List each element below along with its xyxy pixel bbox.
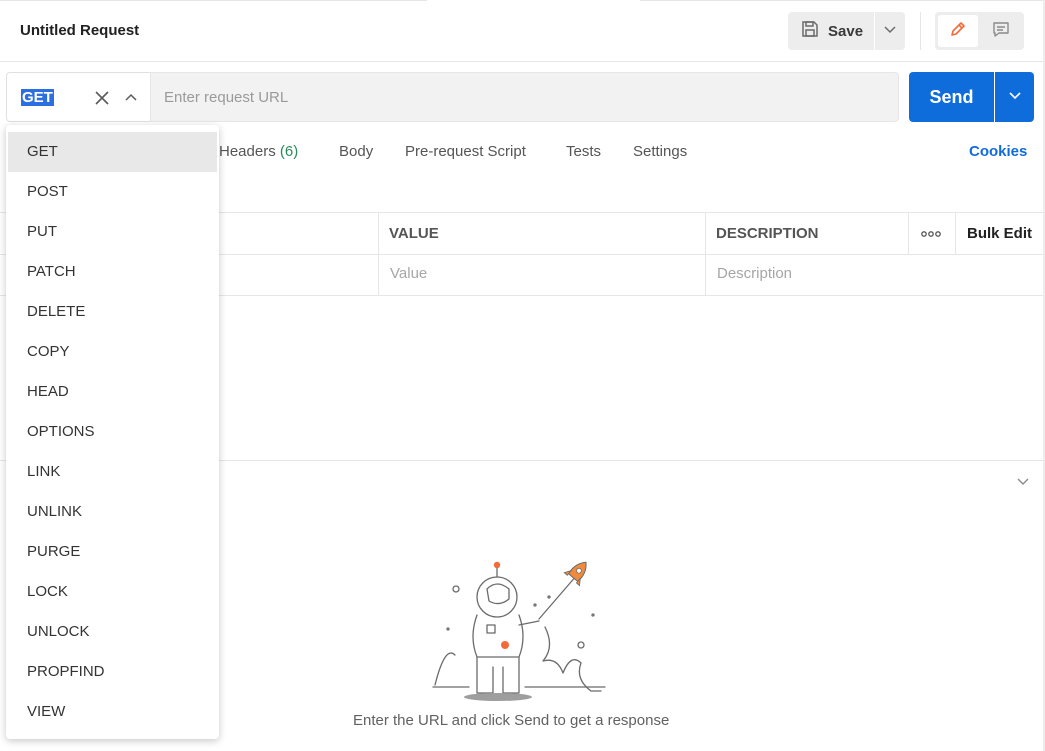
- chevron-down-icon: [1008, 88, 1022, 107]
- tab-headers-count: (6): [279, 143, 299, 160]
- column-divider: [705, 212, 706, 296]
- send-button[interactable]: Send: [909, 72, 994, 122]
- column-divider: [378, 212, 379, 296]
- pencil-icon: [948, 19, 968, 44]
- save-label: Save: [828, 22, 864, 40]
- save-button[interactable]: Save: [788, 12, 874, 50]
- method-option-view[interactable]: VIEW: [6, 692, 219, 732]
- method-option-propfind[interactable]: PROPFIND: [6, 652, 219, 692]
- cookies-link[interactable]: Cookies: [969, 143, 1027, 160]
- response-message-text: Enter the URL and click Send to get a re…: [353, 712, 670, 729]
- save-options-button[interactable]: [875, 12, 905, 50]
- save-icon: [800, 19, 820, 43]
- more-icon[interactable]: [918, 227, 944, 241]
- method-dropdown-menu: GET POST PUT PATCH DELETE COPY HEAD OPTI…: [6, 125, 219, 739]
- comment-mode-button[interactable]: [981, 15, 1021, 47]
- method-option-lock[interactable]: LOCK: [6, 572, 219, 612]
- request-header: Untitled Request Save: [0, 0, 1043, 62]
- method-option-unlock[interactable]: UNLOCK: [6, 612, 219, 652]
- tab-body[interactable]: Body: [339, 143, 373, 160]
- chevron-up-icon[interactable]: [122, 89, 140, 107]
- method-option-patch[interactable]: PATCH: [6, 252, 219, 292]
- tab-settings[interactable]: Settings: [633, 143, 687, 160]
- tab-headers[interactable]: Headers (6): [219, 143, 298, 160]
- method-option-purge[interactable]: PURGE: [6, 532, 219, 572]
- column-divider: [955, 212, 956, 254]
- method-option-get[interactable]: GET: [8, 132, 217, 172]
- method-option-options[interactable]: OPTIONS: [6, 412, 219, 452]
- method-option-delete[interactable]: DELETE: [6, 292, 219, 332]
- edit-mode-button[interactable]: [938, 15, 978, 47]
- comment-icon: [991, 19, 1011, 44]
- value-cell-input[interactable]: Value: [390, 265, 427, 282]
- close-icon[interactable]: [93, 89, 111, 107]
- tab-pre-request-script[interactable]: Pre-request Script: [405, 143, 526, 160]
- description-cell-input[interactable]: Description: [717, 265, 792, 282]
- column-header-description: DESCRIPTION: [716, 225, 819, 242]
- column-header-value: VALUE: [389, 225, 439, 242]
- astronaut-illustration: [425, 555, 615, 705]
- tab-headers-label: Headers: [219, 143, 276, 160]
- view-mode-toggle: [935, 12, 1024, 50]
- bulk-edit-button[interactable]: Bulk Edit: [967, 225, 1032, 242]
- method-selector[interactable]: GET: [6, 72, 151, 122]
- method-option-link[interactable]: LINK: [6, 452, 219, 492]
- method-option-post[interactable]: POST: [6, 172, 219, 212]
- send-options-button[interactable]: [995, 72, 1034, 122]
- chevron-down-icon[interactable]: [1015, 473, 1031, 489]
- tab-tests[interactable]: Tests: [566, 143, 601, 160]
- column-divider: [908, 212, 909, 254]
- method-value[interactable]: GET: [21, 89, 54, 106]
- method-option-head[interactable]: HEAD: [6, 372, 219, 412]
- header-divider: [920, 12, 921, 50]
- method-option-put[interactable]: PUT: [6, 212, 219, 252]
- method-option-unlink[interactable]: UNLINK: [6, 492, 219, 532]
- request-title[interactable]: Untitled Request: [20, 22, 139, 39]
- method-option-copy[interactable]: COPY: [6, 332, 219, 372]
- url-input[interactable]: [150, 72, 899, 122]
- chevron-down-icon: [883, 22, 897, 41]
